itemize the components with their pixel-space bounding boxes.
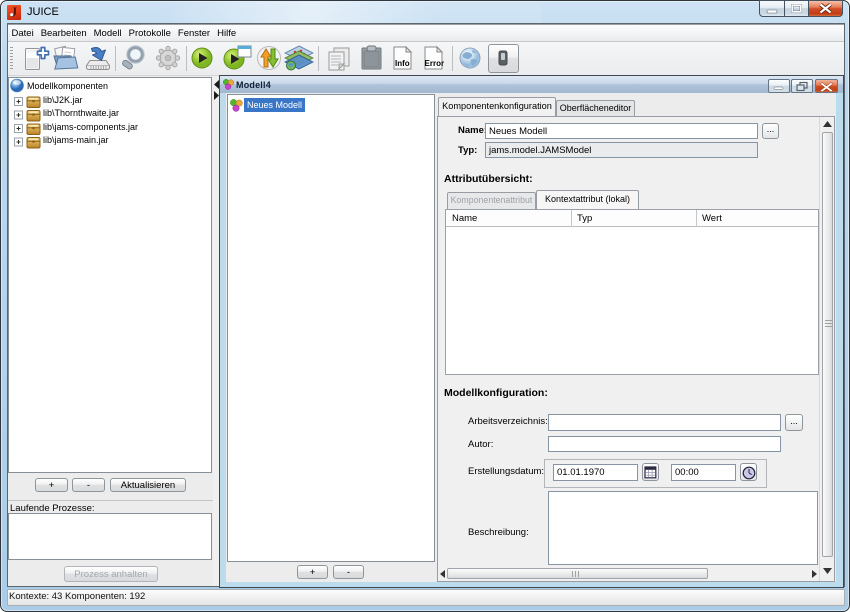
svg-text:Error: Error bbox=[425, 59, 445, 68]
svg-text:Info: Info bbox=[395, 59, 410, 68]
